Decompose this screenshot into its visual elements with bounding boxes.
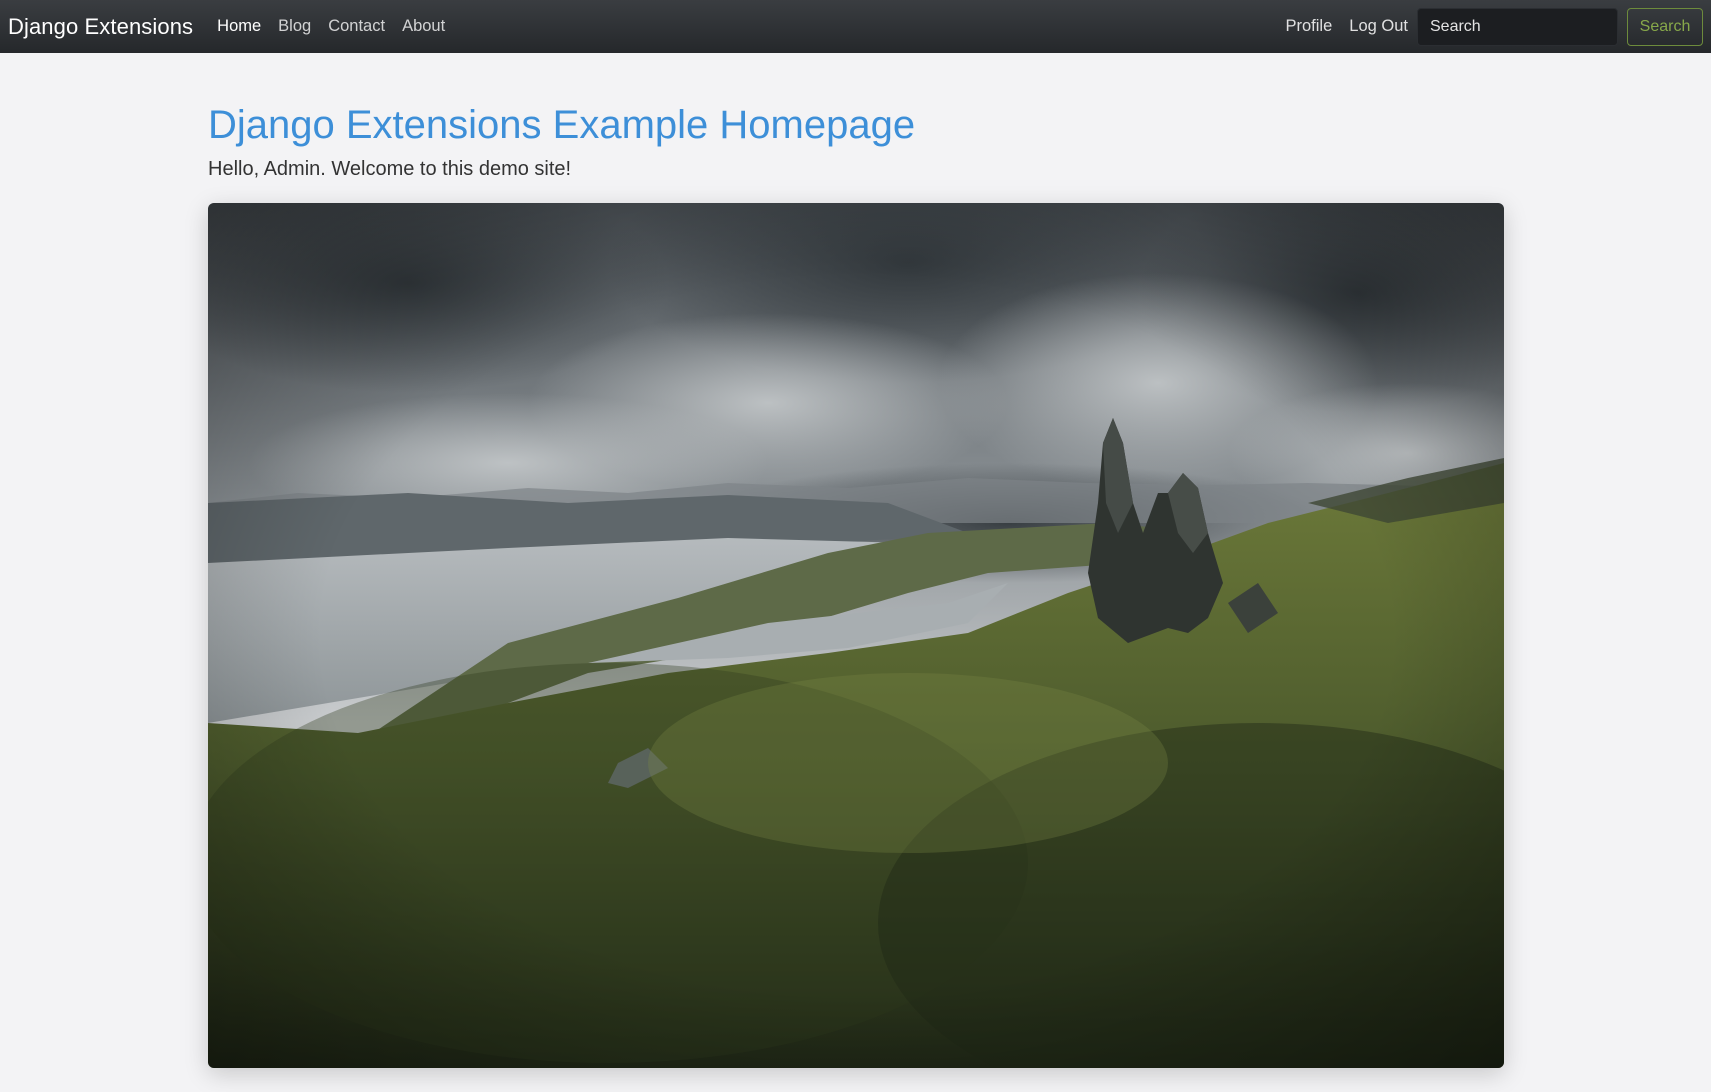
- nav-links: Home Blog Contact About: [217, 17, 462, 36]
- welcome-text: Hello, Admin. Welcome to this demo site!: [208, 158, 572, 180]
- nav-right: Profile Log Out Search: [1286, 0, 1703, 53]
- nav-home-link[interactable]: Home: [217, 17, 261, 36]
- landscape-photo: [208, 203, 1504, 1068]
- page-title: Django Extensions Example Homepage: [208, 103, 916, 147]
- search-input[interactable]: [1417, 7, 1618, 46]
- search-button[interactable]: Search: [1627, 7, 1703, 46]
- top-navbar: Django Extensions Home Blog Contact Abou…: [0, 0, 1711, 53]
- nav-blog-link[interactable]: Blog: [278, 17, 311, 36]
- profile-link[interactable]: Profile: [1286, 17, 1333, 36]
- main-content: Django Extensions Example Homepage Hello…: [208, 98, 1504, 181]
- nav-about-link[interactable]: About: [402, 17, 445, 36]
- brand-link[interactable]: Django Extensions: [8, 14, 193, 40]
- logout-link[interactable]: Log Out: [1349, 17, 1408, 36]
- nav-contact-link[interactable]: Contact: [328, 17, 385, 36]
- hero-image: [208, 203, 1504, 1068]
